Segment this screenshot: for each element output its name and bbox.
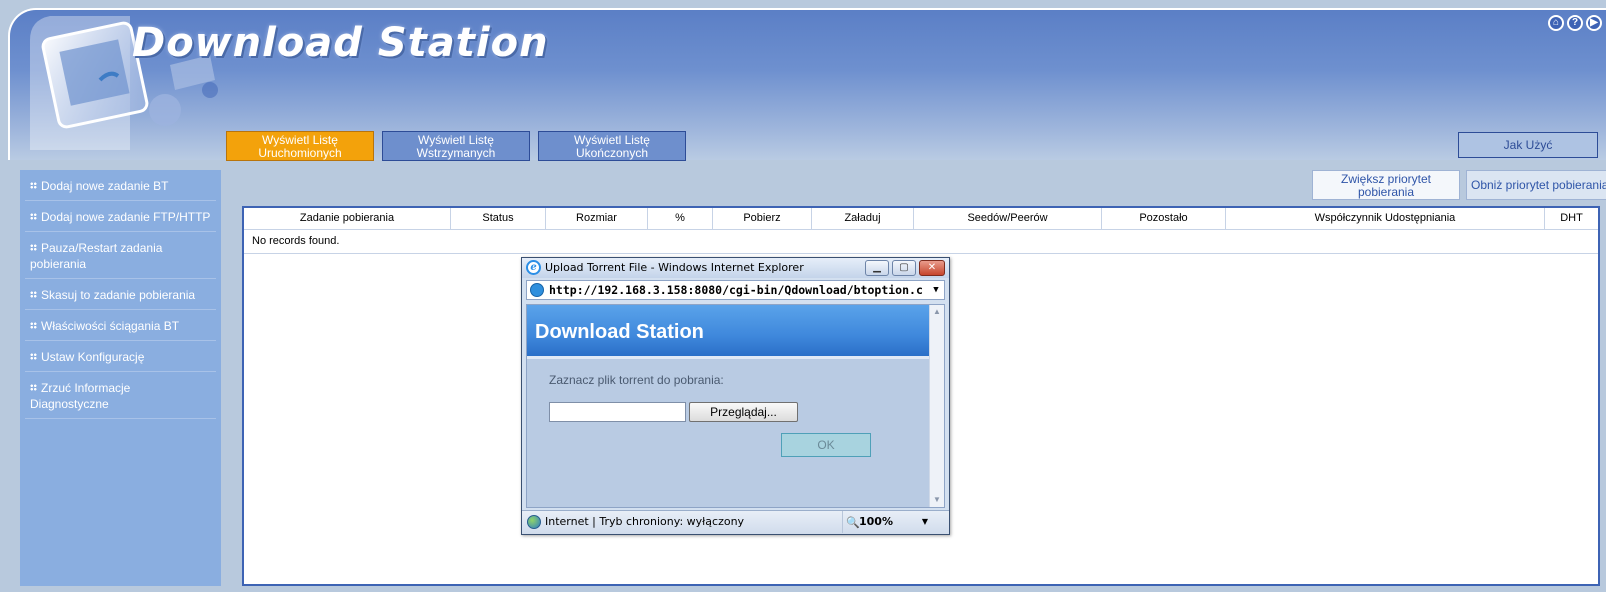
- tab-paused[interactable]: Wyświetl Listę Wstrzymanych: [382, 131, 530, 161]
- browse-button[interactable]: Przeglądaj...: [689, 402, 798, 422]
- torrent-file-prompt: Zaznacz plik torrent do pobrania:: [549, 373, 724, 387]
- column-header-status[interactable]: Status: [451, 208, 546, 229]
- sidebar: Dodaj nowe zadanie BT Dodaj nowe zadanie…: [20, 170, 221, 586]
- bullet-icon: [30, 353, 37, 360]
- scroll-up-icon[interactable]: ▲: [930, 305, 944, 319]
- bullet-icon: [30, 291, 37, 298]
- app-title: Download Station: [132, 20, 549, 66]
- internet-zone-icon: [527, 515, 541, 529]
- popup-window-title: Upload Torrent File - Windows Internet E…: [545, 261, 804, 274]
- popup-title-bar[interactable]: e Upload Torrent File - Windows Internet…: [522, 258, 949, 278]
- maximize-icon[interactable]: ▢: [892, 260, 916, 276]
- table-header: Zadanie pobierania Status Rozmiar % Pobi…: [244, 208, 1598, 230]
- column-header-share-ratio[interactable]: Współczynnik Udostępniania: [1226, 208, 1545, 229]
- sidebar-item-label: Zrzuć Informacje Diagnostyczne: [30, 381, 131, 411]
- sidebar-item-label: Dodaj nowe zadanie BT: [41, 179, 169, 193]
- bullet-icon: [30, 322, 37, 329]
- sidebar-item-bt-properties[interactable]: Właściwości ściągania BT: [25, 310, 216, 341]
- sidebar-item-label: Właściwości ściągania BT: [41, 319, 180, 333]
- column-header-size[interactable]: Rozmiar: [546, 208, 648, 229]
- page-icon: [530, 283, 544, 297]
- column-header-remaining[interactable]: Pozostało: [1102, 208, 1226, 229]
- zoom-level: 100%: [859, 515, 893, 528]
- upload-torrent-popup-window: e Upload Torrent File - Windows Internet…: [521, 257, 950, 535]
- scroll-down-icon[interactable]: ▼: [930, 493, 944, 507]
- column-header-download[interactable]: Pobierz: [713, 208, 812, 229]
- ok-button[interactable]: OK: [781, 433, 871, 457]
- minimize-icon[interactable]: ▁: [865, 260, 889, 276]
- tab-paused-line2: Wstrzymanych: [416, 146, 496, 160]
- vertical-scrollbar[interactable]: ▲ ▼: [929, 305, 944, 507]
- sidebar-item-pause-restart[interactable]: Pauza/Restart zadania pobierania: [25, 232, 216, 279]
- tab-running-line2: Uruchomionych: [258, 146, 342, 160]
- column-header-dht[interactable]: DHT: [1545, 208, 1598, 229]
- home-icon[interactable]: ⌂: [1548, 15, 1564, 31]
- security-zone-text: Internet | Tryb chroniony: wyłączony: [545, 515, 745, 528]
- decrease-priority-button[interactable]: Obniż priorytet pobierania: [1466, 170, 1606, 200]
- sidebar-item-label: Dodaj nowe zadanie FTP/HTTP: [41, 210, 211, 224]
- play-icon[interactable]: ▶: [1586, 15, 1602, 31]
- sidebar-item-configuration[interactable]: Ustaw Konfigurację: [25, 341, 216, 372]
- bullet-icon: [30, 213, 37, 220]
- address-url: http://192.168.3.158:8080/cgi-bin/Qdownl…: [549, 283, 923, 297]
- popup-page-content: Download Station ▲ ▼ Zaznacz plik torren…: [526, 304, 945, 508]
- sidebar-item-label: Pauza/Restart zadania pobierania: [30, 241, 163, 271]
- bullet-icon: [30, 244, 37, 251]
- tab-finished-line2: Ukończonych: [575, 146, 649, 160]
- column-header-percent[interactable]: %: [648, 208, 713, 229]
- zoom-control[interactable]: 🔍 100% ▼: [842, 511, 932, 533]
- sidebar-item-delete-task[interactable]: Skasuj to zadanie pobierania: [25, 279, 216, 310]
- sidebar-item-diagnostics[interactable]: Zrzuć Informacje Diagnostyczne: [25, 372, 216, 419]
- column-header-upload[interactable]: Załaduj: [812, 208, 914, 229]
- window-controls: ▁ ▢ ✕: [865, 260, 945, 276]
- empty-table-message: No records found.: [244, 230, 1598, 254]
- internet-explorer-icon: e: [526, 260, 541, 275]
- column-header-task[interactable]: Zadanie pobierania: [244, 208, 451, 229]
- tab-running[interactable]: Wyświetl Listę Uruchomionych: [226, 131, 374, 161]
- increase-priority-button[interactable]: Zwiększ priorytet pobierania: [1312, 170, 1460, 200]
- bullet-icon: [30, 384, 37, 391]
- sidebar-item-add-bt[interactable]: Dodaj nowe zadanie BT: [25, 170, 216, 201]
- column-header-seeds-peers[interactable]: Seedów/Peerów: [914, 208, 1102, 229]
- tab-finished[interactable]: Wyświetl Listę Ukończonych: [538, 131, 686, 161]
- address-dropdown-icon[interactable]: ▼: [928, 281, 944, 299]
- how-to-use-button[interactable]: Jak Użyć: [1458, 132, 1598, 158]
- close-icon[interactable]: ✕: [919, 260, 945, 276]
- sidebar-item-add-ftp-http[interactable]: Dodaj nowe zadanie FTP/HTTP: [25, 201, 216, 232]
- help-icon[interactable]: ?: [1567, 15, 1583, 31]
- popup-page-title: Download Station: [527, 305, 930, 359]
- app-header: Download Station ⌂ ? ▶ Wyświetl Listę Ur…: [8, 8, 1606, 161]
- sidebar-item-label: Skasuj to zadanie pobierania: [41, 288, 196, 302]
- zoom-icon: 🔍: [846, 516, 860, 529]
- top-icon-bar: ⌂ ? ▶: [1548, 15, 1602, 31]
- bullet-icon: [30, 182, 37, 189]
- increase-priority-line2: pobierania: [1357, 185, 1415, 199]
- browser-status-bar: Internet | Tryb chroniony: wyłączony 🔍 1…: [522, 510, 949, 534]
- zoom-dropdown-icon[interactable]: ▼: [922, 511, 928, 533]
- sidebar-item-label: Ustaw Konfigurację: [41, 350, 145, 364]
- torrent-file-input[interactable]: [549, 402, 686, 422]
- address-bar[interactable]: http://192.168.3.158:8080/cgi-bin/Qdownl…: [526, 280, 945, 300]
